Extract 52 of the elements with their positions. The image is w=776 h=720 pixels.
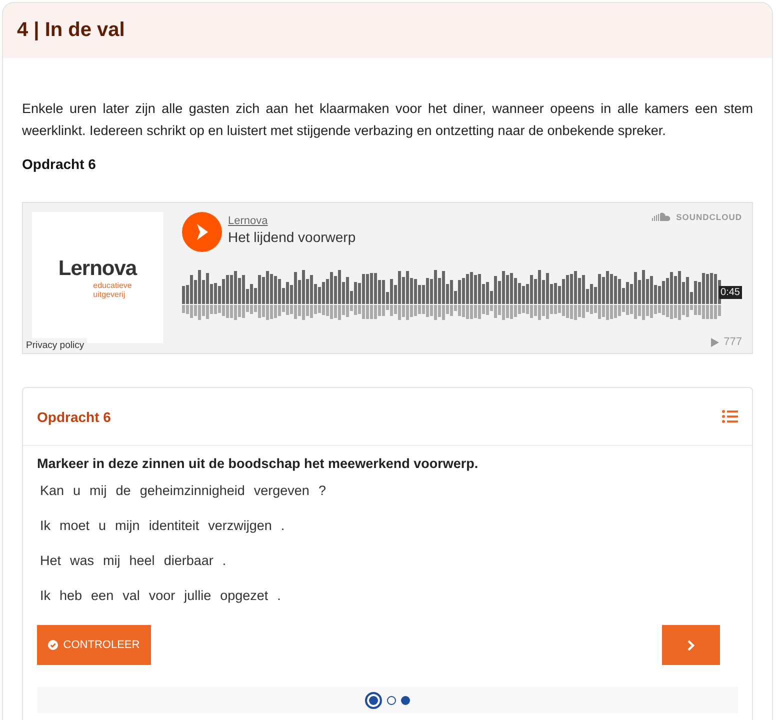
selectable-word[interactable]: een (91, 588, 114, 603)
selectable-word[interactable]: Het (40, 553, 62, 568)
selectable-word[interactable]: opgezet (220, 588, 268, 603)
selectable-word[interactable]: val (122, 588, 140, 603)
selectable-word[interactable]: mijn (115, 518, 140, 533)
selectable-word[interactable]: Ik (40, 518, 51, 533)
waveform[interactable]: 0:45 (182, 264, 742, 326)
selectable-word[interactable]: mij (103, 553, 120, 568)
selectable-word[interactable]: . (277, 588, 281, 603)
selectable-word[interactable]: . (222, 553, 226, 568)
selectable-word[interactable]: u (73, 483, 81, 498)
track-title: Het lijdend voorwerp (228, 229, 356, 245)
assignment-label: Opdracht 6 (22, 156, 97, 172)
selectable-word[interactable]: verzwijgen (208, 518, 272, 533)
selectable-word[interactable]: Kan (40, 483, 64, 498)
section-title: 4 | In de val (17, 19, 126, 42)
selectable-word[interactable]: de (116, 483, 131, 498)
cloud-icon (652, 212, 672, 222)
play-button[interactable] (182, 212, 222, 252)
duration: 0:45 (718, 286, 742, 299)
list-icon[interactable] (722, 410, 738, 423)
play-count: 777 (724, 336, 742, 348)
instruction: Markeer in deze zinnen uit de boodschap het meewerkend voorwerp. (37, 456, 480, 471)
selectable-word[interactable]: heb (60, 588, 82, 603)
logo-tagline: educatieve (93, 280, 132, 290)
selectable-word[interactable]: geheimzinnigheid (140, 483, 245, 498)
selectable-word[interactable]: dierbaar (164, 553, 214, 568)
artist-link[interactable]: Lernova (228, 215, 268, 227)
selectable-word[interactable]: identiteit (148, 518, 200, 533)
selectable-word[interactable]: vergeven (254, 483, 310, 498)
play-count-icon (710, 338, 719, 346)
selectable-word[interactable]: . (280, 518, 285, 533)
selectable-word[interactable]: mij (90, 483, 107, 498)
page-dot[interactable] (365, 692, 382, 708)
chevron-right-icon (687, 640, 695, 650)
selectable-word[interactable]: u (98, 518, 106, 533)
selectable-word[interactable]: Ik (40, 588, 51, 603)
selectable-word[interactable]: heel (129, 553, 155, 568)
exercise-title: Opdracht 6 (37, 408, 111, 424)
page-dot[interactable] (401, 696, 410, 704)
check-circle-icon (48, 640, 58, 650)
play-icon (195, 223, 209, 241)
brand-name: SOUNDCLOUD (676, 212, 742, 222)
page-dot[interactable] (387, 696, 396, 704)
selectable-word[interactable]: was (70, 553, 94, 568)
selectable-word[interactable]: ? (318, 483, 326, 498)
logo-text: Lernova (58, 256, 137, 280)
selectable-word[interactable]: voor (148, 588, 176, 603)
selectable-word[interactable]: moet (60, 518, 90, 533)
logo-tagline: uitgeverij (93, 290, 126, 298)
intro-paragraph: Enkele uren later zijn alle gasten zich aan het klaarmaken voor het diner, wanneer opeens in alle kamers een stem weerklinkt. Iedereen schrikt op en luistert met stijgende verbazing en ontzetting naar de onbekende spreker. (22, 100, 753, 140)
selectable-word[interactable]: jullie (184, 588, 212, 603)
